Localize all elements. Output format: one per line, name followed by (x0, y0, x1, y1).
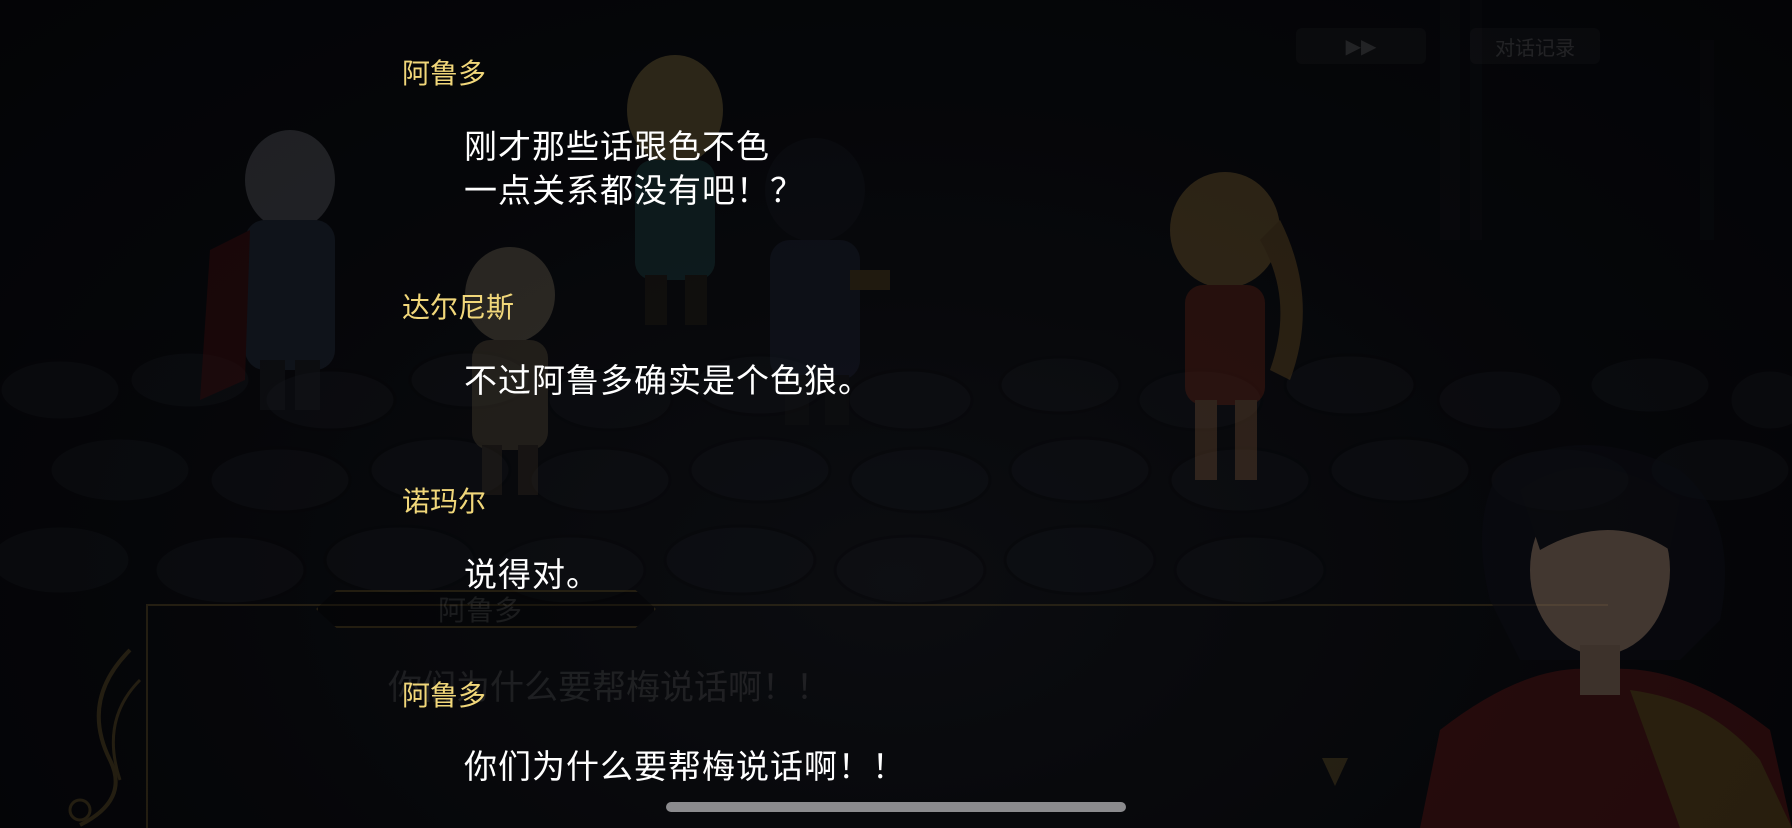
log-text-line: 不过阿鲁多确实是个色狼。 (464, 361, 872, 400)
log-speaker-name: 达尔尼斯 (402, 291, 515, 324)
log-text-line: 一点关系都没有吧！？ (464, 171, 804, 210)
home-indicator[interactable] (666, 802, 1126, 812)
log-speaker-name: 诺玛尔 (402, 485, 487, 518)
log-speaker-name: 阿鲁多 (402, 57, 487, 90)
log-text-line: 说得对。 (464, 555, 600, 594)
log-speaker-name: 阿鲁多 (402, 679, 487, 712)
log-text-line: 你们为什么要帮梅说话啊！！ (464, 747, 906, 786)
dialogue-log[interactable]: 阿鲁多 刚才那些话跟色不色 一点关系都没有吧！？ 达尔尼斯 不过阿鲁多确实是个色… (0, 0, 1792, 828)
log-text-line: 刚才那些话跟色不色 (464, 127, 770, 166)
game-scene[interactable]: ▶▶ 对话记录 阿鲁多 你们为什么要帮梅说话啊！！ 阿鲁多 刚才那些话跟色不色 … (0, 0, 1792, 828)
